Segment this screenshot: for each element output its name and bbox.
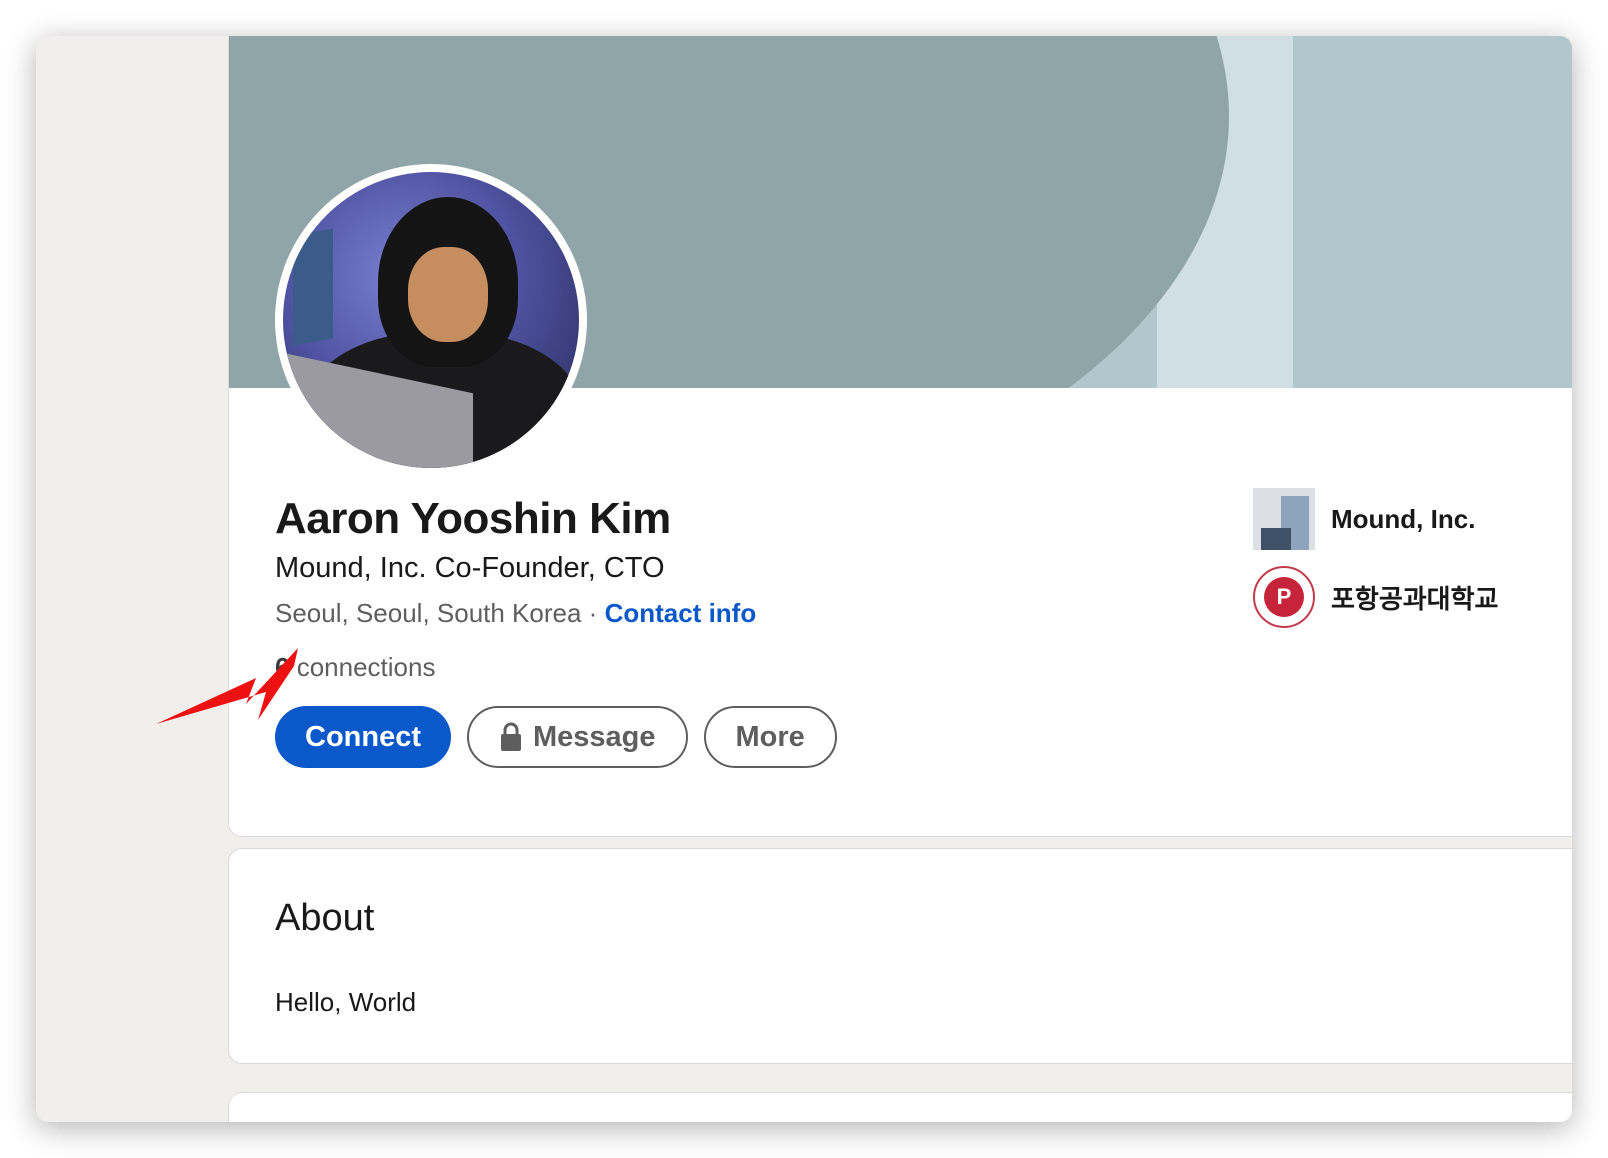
about-title: About [275,897,375,939]
university-name: 포항공과대학교 [1331,583,1499,614]
annotation-arrow-icon [156,648,298,724]
experience-education-list: Mound, Inc. P 포항공과대학교 [1253,488,1498,644]
more-button-label: More [735,720,805,753]
company-logo-icon [1253,488,1315,550]
profile-card: Aaron Yooshin Kim Mound, Inc. Co-Founder… [228,36,1572,837]
profile-actions: Connect Message More [275,706,837,768]
university-seal-icon: P [1253,566,1315,628]
avatar-photo [283,172,579,468]
message-button[interactable]: Message [467,706,688,768]
contact-info-link[interactable]: Contact info [605,598,757,628]
separator-dot: · [581,598,605,628]
next-section-card [228,1092,1572,1122]
profile-avatar[interactable] [275,164,587,476]
more-button[interactable]: More [703,706,837,768]
browser-window: Aaron Yooshin Kim Mound, Inc. Co-Founder… [36,36,1572,1122]
profile-headline: Mound, Inc. Co-Founder, CTO [275,552,665,584]
lock-icon [501,722,521,751]
side-item-company[interactable]: Mound, Inc. [1253,488,1498,550]
connections-label: connections [289,652,436,682]
connect-button-label: Connect [305,720,421,753]
message-button-label: Message [533,720,656,753]
location-line: Seoul, Seoul, South Korea · Contact info [275,598,756,629]
company-name: Mound, Inc. [1331,503,1476,534]
profile-name: Aaron Yooshin Kim [275,494,671,543]
about-text: Hello, World [275,987,417,1017]
side-item-university[interactable]: P 포항공과대학교 [1253,566,1498,628]
profile-location: Seoul, Seoul, South Korea [275,598,582,628]
about-card: About Hello, World [228,848,1572,1064]
